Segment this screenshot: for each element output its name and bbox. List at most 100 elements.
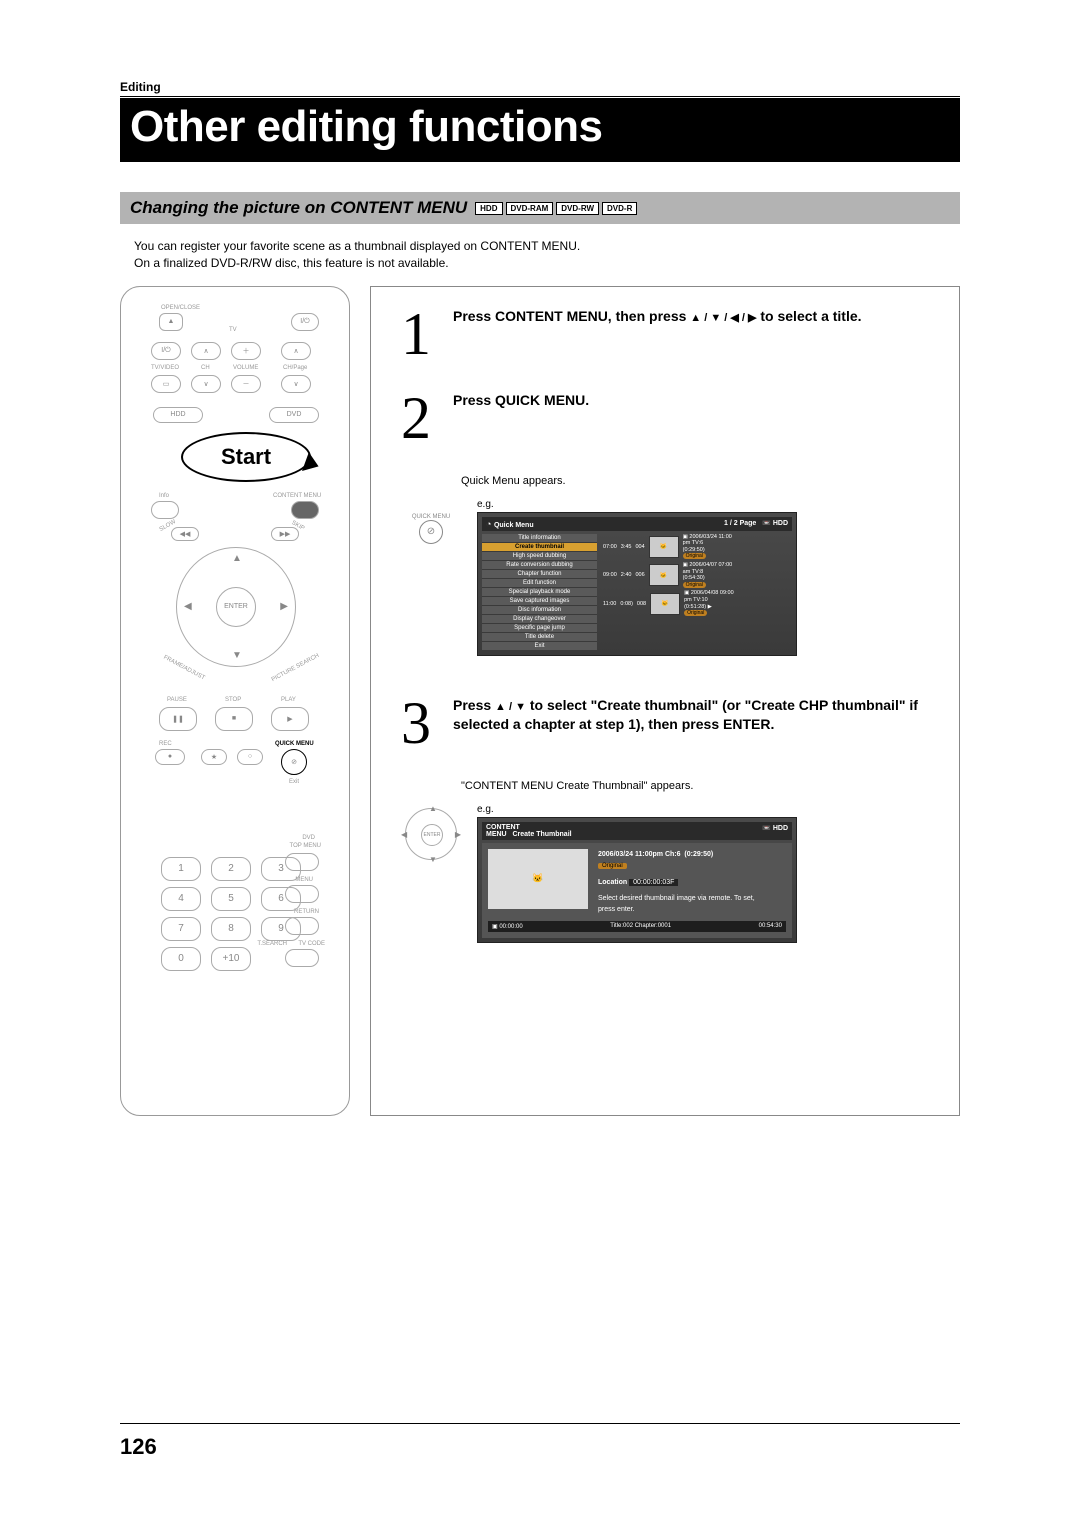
num-plus10[interactable]: +10: [211, 947, 251, 971]
qm-entry: 07:00 3:45 004 🐱 ▣ 2006/03/24 11:00 pm T…: [603, 534, 792, 560]
qm-entry: 11:00 0:08) 008 🐱 ▣ 2006/04/08 09:00 pm …: [603, 590, 792, 616]
qm-thumbnail-list: 07:00 3:45 004 🐱 ▣ 2006/03/24 11:00 pm T…: [603, 534, 792, 651]
thumb-icon: 🐱: [649, 536, 679, 558]
badge-dvd-ram: DVD-RAM: [506, 202, 554, 215]
osd2-thumbnail: 🐱: [488, 849, 588, 909]
circle-button[interactable]: ○: [237, 749, 263, 765]
badge-dvd-r: DVD-R: [602, 202, 637, 215]
dpad-right[interactable]: ▶: [280, 601, 288, 612]
osd1-title: Quick Menu: [494, 522, 534, 529]
quick-menu-button[interactable]: ⊘: [281, 749, 307, 775]
hdd-button[interactable]: HDD: [153, 407, 203, 423]
star-button[interactable]: ★: [201, 749, 227, 765]
step-3-sub: "CONTENT MENU Create Thumbnail" appears.: [461, 780, 939, 792]
osd2-subtitle: Create Thumbnail: [512, 831, 571, 838]
quick-menu-mini-label: QUICK MENU: [412, 514, 450, 520]
dpad: ENTER ▲ ▼ ◀ ▶: [176, 547, 296, 667]
step-1: 1 Press CONTENT MENU, then press ▲ / ▼ /…: [401, 307, 939, 361]
num-3[interactable]: 3: [261, 857, 301, 881]
pause-button[interactable]: ❚❚: [159, 707, 197, 731]
power-button[interactable]: I/⏻: [291, 313, 319, 331]
qm-item[interactable]: Special playback mode: [482, 588, 597, 597]
steps-panel: 1 Press CONTENT MENU, then press ▲ / ▼ /…: [370, 286, 960, 1116]
num-4[interactable]: 4: [161, 887, 201, 911]
step-2-heading: Press QUICK MENU.: [453, 391, 939, 411]
step-3-number: 3: [401, 696, 441, 750]
rec-button[interactable]: ●: [155, 749, 185, 765]
qm-item[interactable]: High speed dubbing: [482, 552, 597, 561]
ch-page-label: CH/Page: [283, 365, 307, 371]
page-number: 126: [120, 1434, 157, 1460]
num-5[interactable]: 5: [211, 887, 251, 911]
quick-menu-icon-block: QUICK MENU ⊘: [401, 499, 461, 559]
page-down-button[interactable]: ∨: [281, 375, 311, 393]
badge-hdd: HDD: [475, 202, 502, 215]
tv-video-button[interactable]: ▭: [151, 375, 181, 393]
content-menu-label: CONTENT MENU: [273, 493, 321, 499]
stop-button[interactable]: ■: [215, 707, 253, 731]
eg-label-1: e.g.: [477, 499, 797, 510]
tv-power-button[interactable]: I/⏻: [151, 342, 181, 360]
title-bar: Other editing functions: [120, 98, 960, 162]
qm-item[interactable]: Title delete: [482, 633, 597, 642]
numpad: 1 2 3 4 5 6 7 8 9 0 +10: [161, 857, 301, 971]
osd1-page: 1 / 2 Page: [724, 520, 756, 527]
step-2-sub: Quick Menu appears.: [461, 475, 939, 487]
num-0[interactable]: 0: [161, 947, 201, 971]
step-3-heading: Press ▲ / ▼ to select "Create thumbnail"…: [453, 696, 939, 735]
num-1[interactable]: 1: [161, 857, 201, 881]
info-button[interactable]: [151, 501, 179, 519]
qm-item-selected[interactable]: Create thumbnail: [482, 543, 597, 552]
pause-label: PAUSE: [167, 697, 187, 703]
volume-label: VOLUME: [233, 365, 258, 371]
vol-down-button[interactable]: －: [231, 375, 261, 393]
qm-item[interactable]: Exit: [482, 642, 597, 651]
num-7[interactable]: 7: [161, 917, 201, 941]
step-1-heading: Press CONTENT MENU, then press ▲ / ▼ / ◀…: [453, 307, 939, 327]
num-6[interactable]: 6: [261, 887, 301, 911]
top-menu-label: TOP MENU: [290, 843, 321, 849]
vol-up-button[interactable]: ＋: [231, 342, 261, 360]
badge-dvd-rw: DVD-RW: [556, 202, 599, 215]
subheading: Changing the picture on CONTENT MENU: [130, 198, 467, 218]
qm-item[interactable]: Save captured images: [482, 597, 597, 606]
qm-item[interactable]: Display changeover: [482, 615, 597, 624]
step-1-number: 1: [401, 307, 441, 361]
rec-label: REC: [159, 741, 172, 747]
ch-up-button[interactable]: ∧: [191, 342, 221, 360]
dpad-up[interactable]: ▲: [232, 553, 242, 564]
footer-rule: [120, 1423, 960, 1424]
osd2-title-b: MENU: [486, 831, 507, 838]
num-9[interactable]: 9: [261, 917, 301, 941]
eject-button[interactable]: ▲: [159, 313, 183, 331]
qm-item[interactable]: Disc information: [482, 606, 597, 615]
play-button[interactable]: ▶: [271, 707, 309, 731]
page-up-button[interactable]: ∧: [281, 342, 311, 360]
step-2-number: 2: [401, 391, 441, 445]
qm-item[interactable]: Specific page jump: [482, 624, 597, 633]
qm-item[interactable]: Chapter function: [482, 570, 597, 579]
dpad-left[interactable]: ◀: [184, 601, 192, 612]
open-close-label: OPEN/CLOSE: [161, 305, 200, 311]
enter-button[interactable]: ENTER: [216, 587, 256, 627]
qm-entry: 09:00 2:40 006 🐱 ▣ 2006/04/07 07:00 am T…: [603, 562, 792, 588]
num-8[interactable]: 8: [211, 917, 251, 941]
qm-item[interactable]: Rate conversion dubbing: [482, 561, 597, 570]
exit-label: Exit: [289, 779, 299, 785]
osd1-drive: HDD: [773, 520, 788, 527]
num-2[interactable]: 2: [211, 857, 251, 881]
subheading-bar: Changing the picture on CONTENT MENU HDD…: [120, 192, 960, 224]
dvd-button[interactable]: DVD: [269, 407, 319, 423]
rewind-button[interactable]: ◀◀: [171, 527, 199, 541]
quick-menu-label: QUICK MENU: [275, 741, 314, 747]
osd-quick-menu: ◔ Quick Menu 1 / 2 Page 📼 HDD Title info…: [477, 512, 797, 656]
ch-down-button[interactable]: ∨: [191, 375, 221, 393]
content-menu-button[interactable]: [291, 501, 319, 519]
dpad-down[interactable]: ▼: [232, 650, 242, 661]
qm-item[interactable]: Edit function: [482, 579, 597, 588]
start-callout: Start: [181, 432, 311, 482]
remote-illustration: OPEN/CLOSE ▲ I/⏻ TV I/⏻ ∧ ＋ ∧ TV/VIDEO C…: [120, 286, 350, 1116]
qm-item[interactable]: Title information: [482, 534, 597, 543]
intro-line-2: On a finalized DVD-R/RW disc, this featu…: [134, 256, 449, 270]
fastfwd-button[interactable]: ▶▶: [271, 527, 299, 541]
